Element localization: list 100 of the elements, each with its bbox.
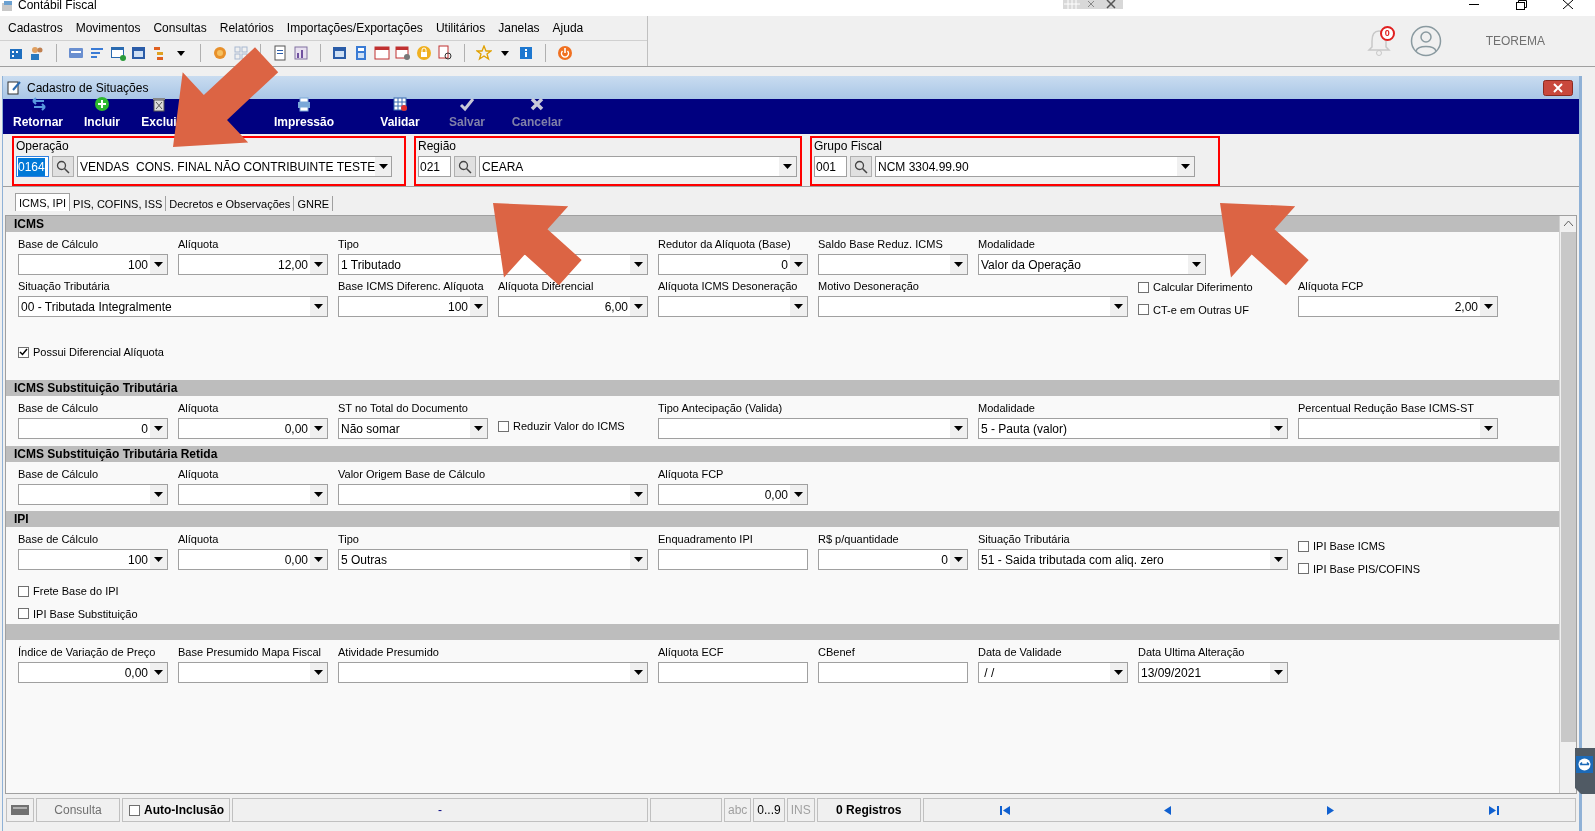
caret-icon: [314, 492, 323, 497]
tab[interactable]: PIS, COFINS, ISS: [70, 196, 167, 211]
menu-item[interactable]: Consultas: [151, 18, 209, 37]
calendar-icon[interactable]: [332, 45, 348, 62]
status-indicator: abc: [724, 798, 752, 822]
chart-icon[interactable]: [293, 45, 309, 62]
toolbar-button[interactable]: Incluir: [79, 96, 125, 131]
checkbox[interactable]: [129, 804, 140, 816]
power-icon[interactable]: [557, 45, 573, 62]
dropdown-field[interactable]: [658, 418, 968, 439]
grid-icon[interactable]: [233, 45, 249, 62]
dropdown-field[interactable]: 0,00: [178, 549, 328, 570]
scrollbar-thumb[interactable]: [1560, 232, 1576, 742]
code-field[interactable]: 021: [418, 156, 451, 177]
dropdown-field[interactable]: [818, 296, 1128, 317]
dropdown-field[interactable]: CEARA: [479, 156, 797, 177]
document-search-icon[interactable]: [437, 45, 453, 62]
dropdown-field[interactable]: 100: [18, 254, 168, 275]
text-field[interactable]: [818, 662, 968, 683]
dropdown-field[interactable]: / /: [978, 662, 1128, 683]
dropdown-field[interactable]: 00 - Tributada Integralmente: [18, 296, 328, 317]
dropdown-field[interactable]: 100: [338, 296, 488, 317]
dropdown-field[interactable]: 100: [18, 549, 168, 570]
tab[interactable]: GNRE: [294, 196, 334, 211]
people-icon[interactable]: [29, 45, 45, 62]
user-avatar-icon[interactable]: [1409, 25, 1442, 57]
scroll-up-icon[interactable]: [1563, 221, 1573, 226]
dropdown-field[interactable]: 0,00: [18, 662, 168, 683]
first-record-icon[interactable]: [999, 804, 1011, 816]
menu-item[interactable]: Utilitários: [433, 18, 488, 37]
checkbox[interactable]: [18, 585, 29, 597]
toolbar-button[interactable]: Validar: [377, 96, 423, 131]
checkbox[interactable]: [1298, 540, 1309, 552]
dropdown-field[interactable]: [338, 662, 648, 683]
next-icon[interactable]: [1325, 804, 1337, 816]
dropdown-field[interactable]: [18, 484, 168, 505]
dropdown-field[interactable]: 0: [818, 549, 968, 570]
window-icon[interactable]: [110, 45, 126, 62]
toolbar-button[interactable]: Exclui: [139, 96, 179, 131]
dropdown-field[interactable]: 6,00: [498, 296, 648, 317]
dropdown-field[interactable]: Valor da Operação: [978, 254, 1206, 275]
tab[interactable]: Decretos e Observações: [166, 196, 295, 211]
dropdown-field[interactable]: 13/09/2021: [1138, 662, 1288, 683]
tab[interactable]: ICMS, IPI: [15, 193, 71, 211]
toolbar-button[interactable]: Impressão: [269, 96, 339, 131]
scrollbar[interactable]: [1559, 216, 1576, 793]
checkbox[interactable]: [18, 346, 29, 358]
checkbox[interactable]: [18, 608, 29, 620]
dropdown-field[interactable]: 0,00: [658, 484, 808, 505]
previous-icon[interactable]: [1162, 804, 1174, 816]
dropdown-field[interactable]: 5 Outras: [338, 549, 648, 570]
dropdown-field[interactable]: [178, 484, 328, 505]
calendar-icon[interactable]: [131, 45, 147, 62]
text-field[interactable]: [658, 662, 808, 683]
toolbar-button[interactable]: Retornar: [11, 96, 65, 131]
calendar-icon[interactable]: [374, 45, 390, 62]
close-icon[interactable]: [1563, 0, 1573, 9]
checkbox[interactable]: [1138, 304, 1149, 316]
menu-item[interactable]: Cadastros: [6, 18, 65, 37]
caret-icon: [1114, 304, 1123, 309]
calculator-icon[interactable]: [353, 45, 369, 62]
last-record-icon[interactable]: [1488, 804, 1500, 816]
search-button[interactable]: [52, 156, 74, 177]
menu-item[interactable]: Janelas: [496, 18, 542, 37]
bell-icon[interactable]: [1365, 28, 1392, 56]
dropdown-field[interactable]: [178, 662, 328, 683]
dropdown-field[interactable]: NCM 3304.99.90: [875, 156, 1195, 177]
dropdown-field[interactable]: [338, 484, 648, 505]
menu-item[interactable]: Importações/Exportações: [284, 18, 425, 37]
dropdown-field[interactable]: 5 - Pauta (valor): [978, 418, 1288, 439]
dropdown-field[interactable]: 0,00: [178, 418, 328, 439]
menu-item[interactable]: Relatórios: [217, 18, 276, 37]
dropdown-field[interactable]: VENDAS CONS. FINAL NÃO CONTRIBUINTE TESTE: [77, 156, 392, 177]
info-icon[interactable]: [518, 45, 534, 62]
dropdown-field[interactable]: 12,00: [178, 254, 328, 275]
dropdown-field[interactable]: 0: [18, 418, 168, 439]
calendar-gear-icon[interactable]: [395, 45, 411, 62]
dropdown-field[interactable]: 2,00: [1298, 296, 1498, 317]
code-field[interactable]: 001: [814, 156, 847, 177]
dropdown-field[interactable]: 0: [658, 254, 808, 275]
search-button[interactable]: [454, 156, 476, 177]
dropdown-field[interactable]: [818, 254, 968, 275]
dropdown-field[interactable]: Não somar: [338, 418, 488, 439]
star-icon[interactable]: [476, 45, 492, 62]
menu-item[interactable]: Movimentos: [73, 18, 143, 37]
field-label: Percentual Redução Base ICMS-ST: [1298, 401, 1476, 416]
maximize-icon[interactable]: [1516, 0, 1527, 10]
check-icon: [19, 348, 28, 357]
checkbox[interactable]: [1138, 281, 1149, 293]
dropdown-field[interactable]: [1298, 418, 1498, 439]
search-button[interactable]: [850, 156, 872, 177]
dropdown-field[interactable]: [658, 296, 808, 317]
document-icon[interactable]: [272, 45, 288, 62]
checkbox[interactable]: [1298, 563, 1309, 575]
text-field[interactable]: [658, 549, 808, 570]
dropdown-field[interactable]: 51 - Saida tributada com aliq. zero: [978, 549, 1288, 570]
menu-item[interactable]: Ajuda: [550, 18, 586, 37]
caret-icon: [794, 262, 803, 267]
close-button-icon[interactable]: [1543, 79, 1573, 96]
checkbox[interactable]: [498, 420, 509, 432]
